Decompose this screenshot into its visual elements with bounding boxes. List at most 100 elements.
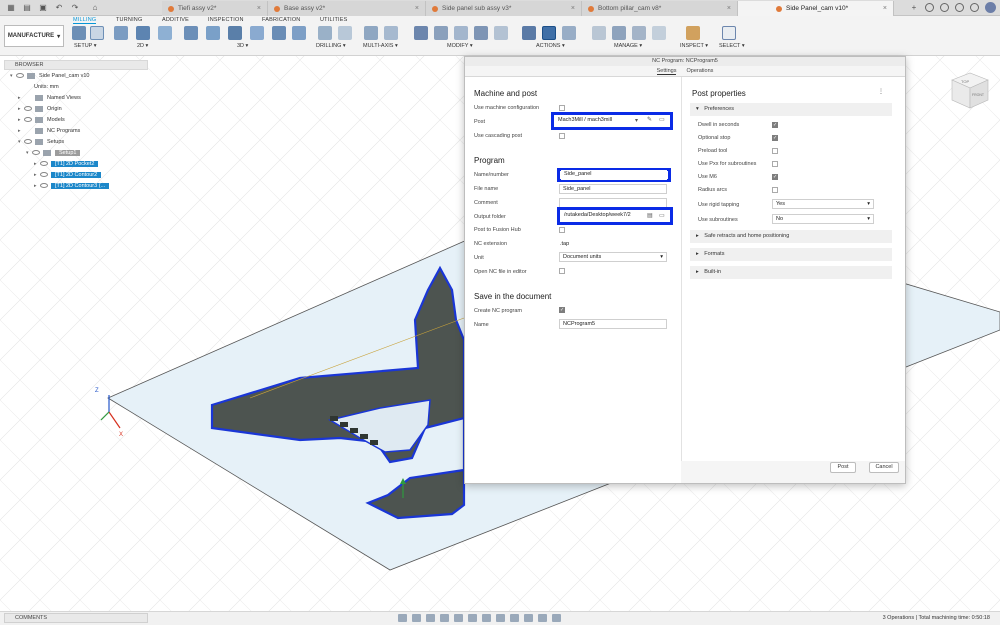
- redo-icon[interactable]: ↷: [70, 3, 80, 13]
- extensions-icon[interactable]: [925, 3, 934, 12]
- new-tab-icon[interactable]: +: [909, 3, 919, 13]
- group-manage[interactable]: MANAGE ▾: [614, 43, 642, 49]
- safe-retracts-header[interactable]: ▸ Safe retracts and home positioning: [690, 230, 892, 243]
- chevron-right-icon[interactable]: ▸: [18, 128, 24, 134]
- visibility-icon[interactable]: [24, 117, 32, 122]
- post-to-hub-checkbox[interactable]: [559, 227, 565, 233]
- use-machine-config-checkbox[interactable]: [559, 105, 565, 111]
- output-folder-input[interactable]: /rutakeda/Desktop/week7/2: [561, 211, 645, 221]
- grid-settings-icon[interactable]: [482, 614, 491, 622]
- tree-models[interactable]: ▸ Models: [4, 114, 148, 125]
- more-options-icon[interactable]: ⋮: [878, 89, 884, 95]
- close-icon[interactable]: ×: [883, 5, 887, 12]
- save-name-input[interactable]: NCProgram5: [559, 319, 667, 329]
- tab-settings[interactable]: Settings: [656, 68, 677, 75]
- close-icon[interactable]: ×: [571, 5, 575, 12]
- post-library-icon[interactable]: [652, 26, 666, 40]
- measure-icon[interactable]: [686, 26, 700, 40]
- tree-op-2[interactable]: ▸ [T1] 2D Contour2: [4, 169, 148, 180]
- tree-setup1[interactable]: ▾ Setup1: [4, 147, 148, 158]
- save-icon[interactable]: ▣: [38, 3, 48, 13]
- unit-select[interactable]: Document units ▾: [559, 252, 667, 262]
- file-icon[interactable]: ▤: [22, 3, 32, 13]
- tree-origin[interactable]: ▸ Origin: [4, 103, 148, 114]
- tree-units[interactable]: Units: mm: [4, 81, 148, 92]
- pan-icon[interactable]: [426, 614, 435, 622]
- post-select[interactable]: Mach3Mill / mach3mill: [555, 116, 643, 126]
- formats-header[interactable]: ▸ Formats: [690, 248, 892, 261]
- job-status-icon[interactable]: [940, 3, 949, 12]
- cut-icon[interactable]: [434, 26, 448, 40]
- machine-library-icon[interactable]: [632, 26, 646, 40]
- orbit-icon[interactable]: [398, 614, 407, 622]
- 3d-adaptive-icon[interactable]: [184, 26, 198, 40]
- tab-milling[interactable]: MILLING: [73, 17, 97, 24]
- close-icon[interactable]: ×: [257, 5, 261, 12]
- look-at-icon[interactable]: [412, 614, 421, 622]
- visual-style-icon[interactable]: [510, 614, 519, 622]
- visibility-icon[interactable]: [40, 161, 48, 166]
- name-number-input[interactable]: Side_panel: [561, 170, 667, 180]
- parallel-icon[interactable]: [250, 26, 264, 40]
- visibility-icon[interactable]: [24, 106, 32, 111]
- tree-setups[interactable]: ▾ Setups: [4, 136, 148, 147]
- tree-op-3[interactable]: ▸ [T1] 2D Contour3 (...: [4, 180, 148, 191]
- scallop-icon[interactable]: [272, 26, 286, 40]
- built-in-header[interactable]: ▸ Built-in: [690, 266, 892, 279]
- multi-axis-icon[interactable]: [364, 26, 378, 40]
- group-2d[interactable]: 2D ▾: [137, 43, 148, 49]
- setup-sheet-icon[interactable]: [90, 26, 104, 40]
- group-drilling[interactable]: DRILLING ▾: [316, 43, 346, 49]
- tree-op-1[interactable]: ▸ [T1] 2D Pocket2: [4, 158, 148, 169]
- copy-icon[interactable]: [454, 26, 468, 40]
- doc-tab-active[interactable]: Side Panel_cam v10* ×: [738, 1, 894, 16]
- group-multi-axis[interactable]: MULTI-AXIS ▾: [363, 43, 398, 49]
- visibility-icon[interactable]: [40, 172, 48, 177]
- doc-tab-2[interactable]: Base assy v2* ×: [268, 1, 426, 16]
- create-nc-checkbox[interactable]: [559, 307, 565, 313]
- group-actions[interactable]: ACTIONS ▾: [536, 43, 565, 49]
- grid-menu-icon[interactable]: ▦: [6, 3, 16, 13]
- tab-utilities[interactable]: UTILITIES: [320, 17, 347, 23]
- post-process-icon[interactable]: [562, 26, 576, 40]
- 2d-adaptive-icon[interactable]: [114, 26, 128, 40]
- select-icon[interactable]: [722, 26, 736, 40]
- tree-named-views[interactable]: ▸ Named Views: [4, 92, 148, 103]
- viewports-icon[interactable]: [496, 614, 505, 622]
- generate-icon[interactable]: [522, 26, 536, 40]
- folder-icon[interactable]: ▤: [647, 213, 653, 219]
- doc-tab-1[interactable]: Tiefi assy v2* ×: [162, 1, 268, 16]
- tool-library-icon[interactable]: [592, 26, 606, 40]
- cancel-button[interactable]: Cancel: [869, 462, 899, 473]
- visibility-icon[interactable]: [24, 139, 32, 144]
- tree-root[interactable]: ▾ Side Panel_cam v10: [4, 70, 148, 81]
- camera-icon[interactable]: [552, 614, 561, 622]
- tab-additive[interactable]: ADDITIVE: [162, 17, 189, 23]
- undo-icon[interactable]: ↶: [54, 3, 64, 13]
- notifications-icon[interactable]: [955, 3, 964, 12]
- pref-checkbox-5[interactable]: [772, 187, 778, 193]
- display-settings-icon[interactable]: [468, 614, 477, 622]
- group-modify[interactable]: MODIFY ▾: [447, 43, 473, 49]
- template-library-icon[interactable]: [612, 26, 626, 40]
- visibility-icon[interactable]: [32, 150, 40, 155]
- 2d-pocket-icon[interactable]: [136, 26, 150, 40]
- pref-checkbox-0[interactable]: [772, 122, 778, 128]
- simulate-icon[interactable]: [542, 26, 556, 40]
- edit-post-icon[interactable]: ✎: [647, 117, 653, 123]
- home-icon[interactable]: ⌂: [90, 3, 100, 13]
- help-icon[interactable]: [970, 3, 979, 12]
- pref-checkbox-3[interactable]: [772, 161, 778, 167]
- tab-inspection[interactable]: INSPECTION: [208, 17, 244, 23]
- tab-turning[interactable]: TURNING: [116, 17, 142, 23]
- file-name-input[interactable]: Side_panel: [559, 184, 667, 194]
- steep-shallow-icon[interactable]: [228, 26, 242, 40]
- post-button[interactable]: Post: [830, 462, 856, 473]
- setup-icon[interactable]: [72, 26, 86, 40]
- open-nc-checkbox[interactable]: [559, 268, 565, 274]
- zoom-icon[interactable]: [440, 614, 449, 622]
- use-cascading-checkbox[interactable]: [559, 133, 565, 139]
- drill-icon[interactable]: [318, 26, 332, 40]
- doc-tab-4[interactable]: Bottom pillar_cam v8* ×: [582, 1, 738, 16]
- workspace-switcher[interactable]: MANUFACTURE ▾: [4, 25, 64, 47]
